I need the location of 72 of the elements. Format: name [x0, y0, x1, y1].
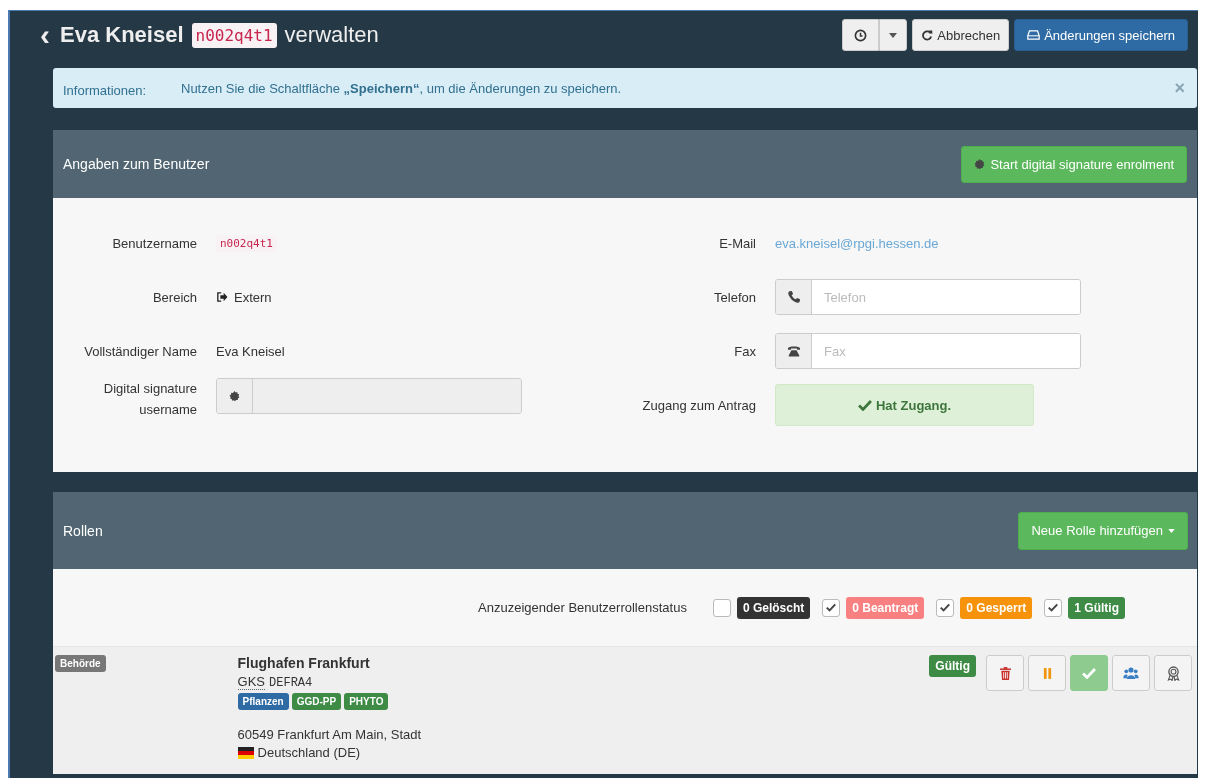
checkbox[interactable] — [712, 598, 731, 617]
status-label: 0 Beantragt — [846, 596, 925, 619]
flag-icon — [237, 746, 254, 759]
field-label: Digital signature username — [102, 380, 197, 419]
check-icon — [857, 399, 872, 411]
seal-icon — [974, 158, 986, 170]
add-role-button[interactable]: Neue Rolle hinzufügen — [1018, 511, 1188, 550]
trash-icon — [999, 666, 1011, 680]
check-icon — [1048, 603, 1059, 612]
status-label: Gültig — [929, 655, 976, 677]
field-label: Zugang zum Antrag — [642, 396, 756, 415]
organization-code: DEFRA4 — [269, 676, 313, 690]
status-filter-label: Anzuzeigender Benutzerrollenstatus — [478, 600, 687, 615]
dropdown-button[interactable] — [879, 19, 908, 51]
close-icon[interactable]: × — [1172, 77, 1187, 99]
tag: GGD-PP — [291, 693, 342, 710]
award-icon — [1166, 665, 1180, 681]
save-button[interactable]: Änderungen speichern — [1014, 19, 1188, 51]
full-name-value: Eva Kneisel — [216, 343, 285, 359]
phone-field[interactable]: Telefon — [775, 279, 1081, 315]
alert-message: Nutzen Sie die Schaltfläche „Speichern“, um die Änderungen zu speichern. — [181, 80, 623, 96]
alert-label: Informationen: — [63, 81, 148, 98]
telephone-icon — [786, 345, 801, 357]
history-button[interactable] — [842, 19, 880, 51]
check-icon — [826, 603, 837, 612]
tag: PHYTO — [344, 693, 389, 710]
role-type: Behörde — [55, 655, 106, 672]
field-label: E-Mail — [719, 234, 756, 253]
field-label: Fax — [734, 342, 756, 361]
username-code: n002q4t1 — [216, 234, 277, 252]
cancel-button[interactable]: Abbrechen — [912, 19, 1010, 51]
page-title-suffix: verwalten — [284, 22, 379, 48]
organization-name: Flughafen Frankfurt — [237, 655, 371, 671]
users-button[interactable] — [1112, 655, 1150, 691]
drive-icon — [1027, 30, 1041, 40]
field-label: Vollständiger Name — [84, 342, 197, 361]
field-label: Bereich — [152, 288, 197, 307]
checkbox[interactable] — [1044, 598, 1063, 617]
refresh-icon — [921, 29, 934, 41]
check-icon — [940, 603, 951, 612]
users-icon — [1123, 667, 1139, 679]
caret-icon — [1168, 528, 1175, 533]
checkbox[interactable] — [822, 598, 841, 617]
access-status: Hat Zugang. — [775, 384, 1034, 426]
code-label: GKS — [237, 674, 266, 690]
check-icon — [1082, 667, 1096, 679]
country: Deutschland (DE) — [257, 745, 361, 760]
status-label: 1 Gültig — [1068, 596, 1125, 619]
address: 60549 Frankfurt Am Main, Stadt — [237, 727, 423, 742]
panel-title: Rollen — [63, 522, 103, 539]
username-code: n002q4t1 — [191, 22, 277, 48]
delete-button[interactable] — [986, 655, 1024, 691]
status-label: 0 Gesperrt — [960, 596, 1033, 619]
back-link[interactable]: ‹ — [40, 20, 50, 50]
seal-icon — [229, 390, 240, 402]
email-link[interactable]: eva.kneisel@rpgi.hessen.de — [775, 235, 939, 251]
page-title: Eva Kneisel — [60, 22, 184, 48]
tag: Pflanzen — [237, 693, 289, 710]
panel-title: Angaben zum Benutzer — [63, 156, 210, 172]
status-label: 0 Gelöscht — [736, 596, 811, 619]
fax-field[interactable]: Fax — [775, 333, 1081, 369]
certificate-button[interactable] — [1154, 655, 1192, 691]
field-label: Telefon — [714, 288, 756, 307]
pause-icon — [1042, 667, 1052, 679]
phone-icon — [786, 290, 801, 304]
clock-icon — [854, 28, 868, 42]
caret-icon — [889, 32, 898, 38]
field-label: Benutzername — [112, 234, 197, 253]
area-value: Extern — [234, 289, 272, 305]
sign-out-icon — [216, 292, 228, 302]
checkbox[interactable] — [936, 598, 955, 617]
enrol-button[interactable]: Start digital signature enrolment — [961, 145, 1187, 183]
